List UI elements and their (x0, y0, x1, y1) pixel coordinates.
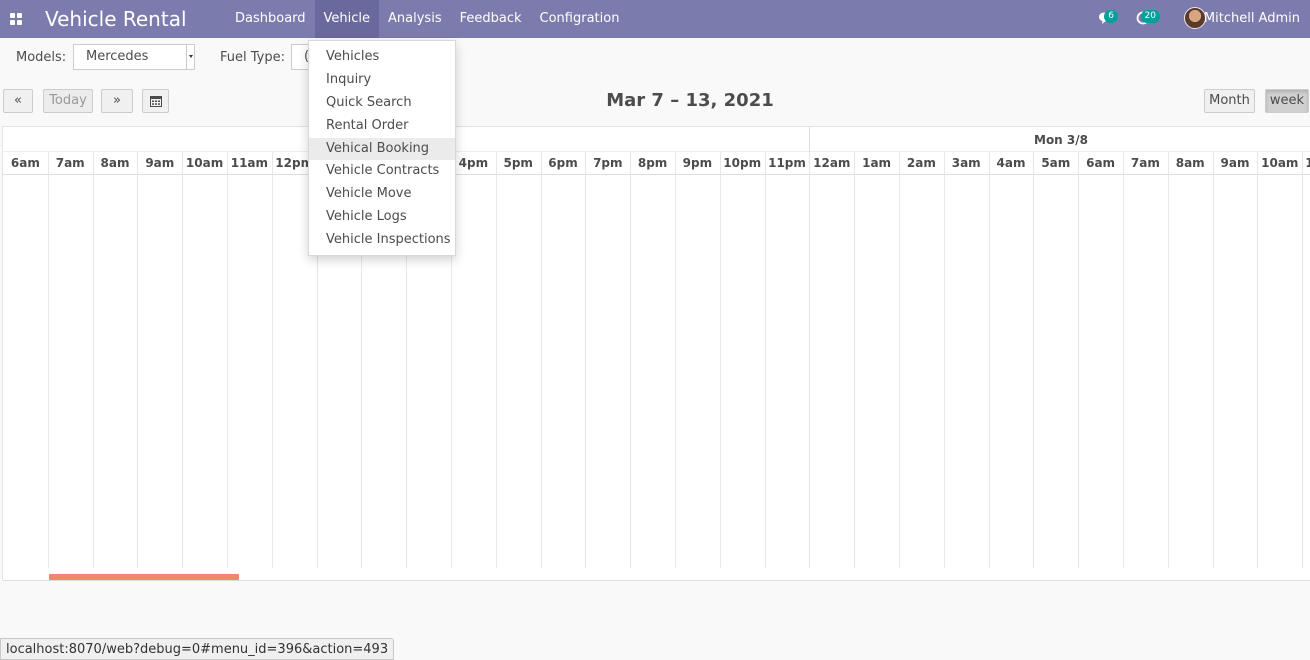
hour-label: 4am (996, 156, 1026, 170)
hour-grid-line (182, 152, 183, 568)
models-label: Models: (16, 50, 67, 65)
messages-badge: 6 (1104, 10, 1118, 23)
hour-grid-line (854, 152, 855, 568)
hour-label: 1am (862, 156, 892, 170)
filter-bar: Models: Mercedes Fuel Type: ( (0, 38, 1310, 76)
day-header-row: Mon 3/8 (3, 127, 1310, 152)
day-label: Mon 3/8 (1034, 133, 1088, 147)
hour-label: 8pm (637, 156, 668, 170)
hour-label: 10am (185, 156, 224, 170)
hour-label: 12am (813, 156, 851, 170)
hour-label: 7am (1130, 156, 1160, 170)
hour-grid-line (541, 152, 542, 568)
models-select[interactable]: Mercedes (73, 44, 195, 70)
apps-grid-icon[interactable] (10, 13, 22, 25)
dropdown-item-vehicle-logs[interactable]: Vehicle Logs (309, 206, 455, 229)
hour-header-row: 6am7am8am9am10am11am12pm1pm2pm3pm4pm5pm6… (3, 152, 1310, 175)
hour-grid-line (630, 152, 631, 568)
prev-button[interactable]: « (3, 89, 33, 113)
fuel-type-label: Fuel Type: (220, 50, 285, 65)
menu-analysis[interactable]: Analysis (379, 0, 451, 38)
hour-grid-line (496, 152, 497, 568)
hour-grid-line (720, 152, 721, 568)
horizontal-scroll-indicator[interactable] (49, 574, 239, 580)
hour-label: 11pm (768, 156, 806, 170)
hour-label: 7am (55, 156, 85, 170)
hour-label: 6am (10, 156, 40, 170)
calendar-picker-button[interactable] (142, 89, 169, 113)
calendar-icon (149, 96, 162, 107)
hour-label: 3am (951, 156, 981, 170)
chevron-down-icon (186, 45, 194, 69)
hour-grid-line (272, 152, 273, 568)
hour-label: 11am (230, 156, 269, 170)
dropdown-item-vehicles[interactable]: Vehicles (309, 46, 455, 69)
hour-label: 9am (145, 156, 175, 170)
hour-grid-line (1257, 152, 1258, 568)
hour-label: 7pm (593, 156, 623, 170)
day-divider (809, 127, 810, 152)
main-menu: Dashboard Vehicle Analysis Feedback Conf… (226, 0, 628, 38)
hour-grid-line (48, 152, 49, 568)
hour-label: 10pm (723, 156, 762, 170)
hour-grid-line (1213, 152, 1214, 568)
menu-configration[interactable]: Configration (531, 0, 629, 38)
avatar[interactable] (1184, 7, 1206, 29)
dropdown-item-quick-search[interactable]: Quick Search (309, 92, 455, 115)
top-navbar: Vehicle Rental Dashboard Vehicle Analysi… (0, 0, 1310, 38)
dropdown-item-vehicle-contracts[interactable]: Vehicle Contracts (309, 160, 455, 183)
app-title[interactable]: Vehicle Rental (45, 7, 187, 31)
hour-grid-line (899, 152, 900, 568)
menu-dashboard[interactable]: Dashboard (226, 0, 315, 38)
week-view-button[interactable]: week (1265, 89, 1309, 113)
dropdown-item-vehicle-inspections[interactable]: Vehicle Inspections (309, 229, 455, 252)
month-view-button[interactable]: Month (1204, 89, 1255, 113)
dropdown-item-inquiry[interactable]: Inquiry (309, 69, 455, 92)
dropdown-item-vehicle-move[interactable]: Vehicle Move (309, 183, 455, 206)
hour-grid-line (944, 152, 945, 568)
calendar-bottom-border (3, 580, 1310, 581)
hour-grid-line (1033, 152, 1034, 568)
dropdown-item-rental-order[interactable]: Rental Order (309, 115, 455, 138)
hour-label: 5am (1041, 156, 1071, 170)
menu-vehicle[interactable]: Vehicle (314, 0, 380, 38)
user-menu[interactable]: Mitchell Admin (1204, 11, 1300, 26)
hour-grid-line (1123, 152, 1124, 568)
hour-label: 8am (1175, 156, 1205, 170)
hour-label: 10am (1261, 156, 1299, 170)
hour-label: 9pm (682, 156, 713, 170)
hour-label: 1 (1305, 156, 1310, 170)
hour-grid-line (1078, 152, 1079, 568)
hour-grid-line (675, 152, 676, 568)
next-button[interactable]: » (101, 89, 133, 113)
hour-grid-line (809, 152, 810, 568)
vehicle-dropdown-menu: Vehicles Inquiry Quick Search Rental Ord… (308, 40, 456, 256)
hour-grid-line (227, 152, 228, 568)
hour-label: 8am (100, 156, 130, 170)
hour-label: 9am (1220, 156, 1250, 170)
models-select-value: Mercedes (86, 49, 149, 64)
dropdown-item-vehical-booking[interactable]: Vehical Booking (309, 137, 455, 161)
hour-grid-line (1302, 152, 1303, 568)
hour-label: 6am (1086, 156, 1116, 170)
activities-badge: 20 (1140, 10, 1160, 23)
hour-grid-line (93, 152, 94, 568)
hour-label: 4pm (458, 156, 489, 170)
hour-label: 2am (906, 156, 936, 170)
hour-grid-line (989, 152, 990, 568)
hour-grid-line (1168, 152, 1169, 568)
hour-label: 6pm (548, 156, 578, 170)
hour-label: 5pm (503, 156, 533, 170)
menu-feedback[interactable]: Feedback (451, 0, 531, 38)
timeline-calendar: Mon 3/8 6am7am8am9am10am11am12pm1pm2pm3p… (2, 126, 1310, 581)
date-range-title: Mar 7 – 13, 2021 (606, 90, 774, 111)
hour-grid-line (585, 152, 586, 568)
today-button[interactable]: Today (43, 89, 93, 113)
hour-grid-line (137, 152, 138, 568)
link-status-bar: localhost:8070/web?debug=0#menu_id=396&a… (0, 638, 395, 660)
hour-grid-line (765, 152, 766, 568)
